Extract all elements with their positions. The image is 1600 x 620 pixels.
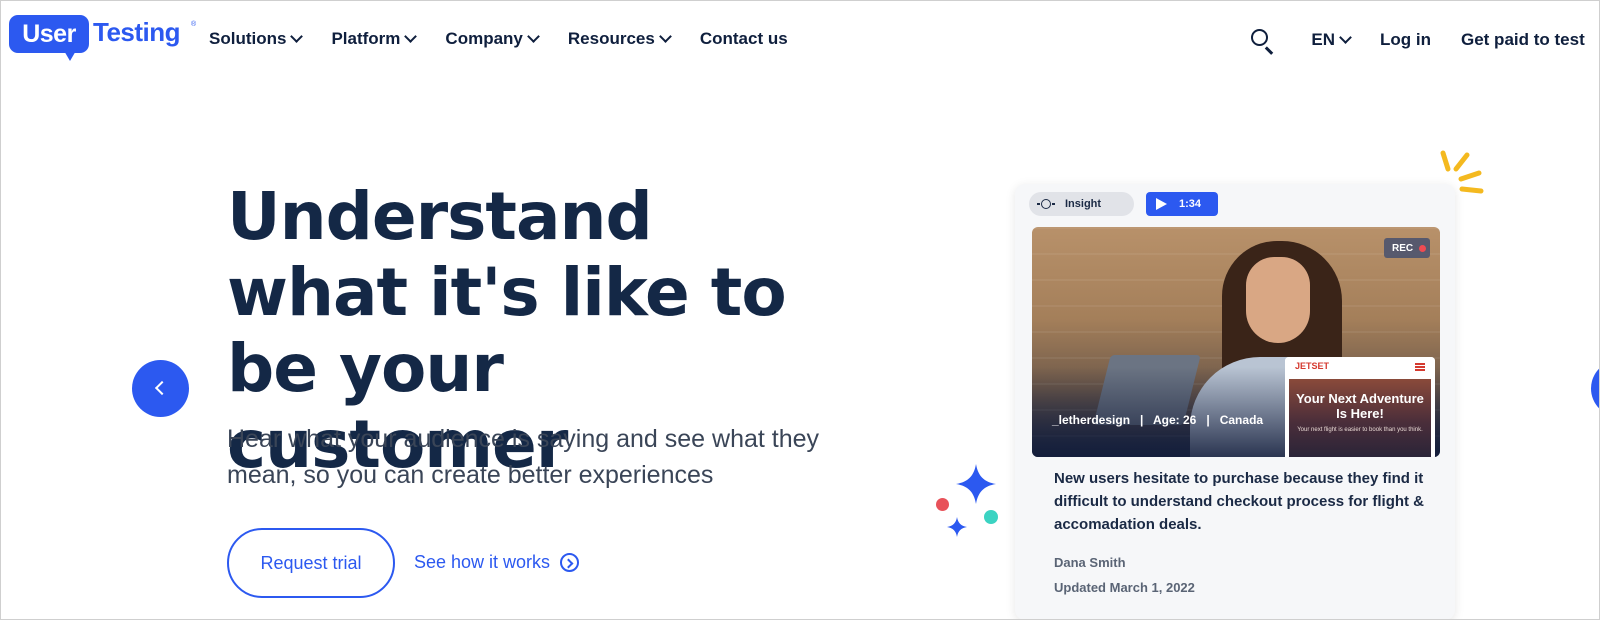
play-icon <box>1156 198 1167 210</box>
chevron-down-icon <box>404 30 418 43</box>
insight-author: Dana Smith <box>1054 555 1126 570</box>
decor-dot-red <box>936 498 949 511</box>
usertesting-logo[interactable]: User Testing ® <box>9 15 197 63</box>
get-paid-link[interactable]: Get paid to test <box>1461 30 1599 50</box>
carousel-next-button[interactable] <box>1591 360 1599 417</box>
decor-dot-teal <box>984 510 998 524</box>
chevron-down-icon <box>1339 31 1352 44</box>
nav-resources[interactable]: Resources <box>567 29 672 49</box>
request-trial-button[interactable]: Request trial <box>227 528 395 598</box>
sparkle-icon <box>956 464 996 504</box>
participant-country: Canada <box>1219 413 1264 427</box>
insight-text: New users hesitate to purchase because t… <box>1054 470 1425 533</box>
phone-brand: JETSET <box>1295 361 1330 371</box>
see-how-it-works-link[interactable]: See how it works <box>414 552 580 573</box>
language-selector[interactable]: EN <box>1311 30 1352 50</box>
chevron-down-icon <box>658 30 672 43</box>
chevron-down-icon <box>290 30 304 43</box>
chevron-left-icon <box>154 380 170 396</box>
lightbulb-icon <box>1037 199 1055 209</box>
session-video[interactable]: REC _letherdesign | Age: 26 | Canada JET… <box>1032 227 1440 457</box>
logo-speech-tail <box>63 49 77 61</box>
phone-mockup: JETSET Your Next Adventure Is Here! Your… <box>1285 357 1435 457</box>
search-icon[interactable] <box>1249 27 1275 55</box>
logo-user-badge: User <box>9 15 89 53</box>
participant-age: Age: 26 <box>1152 413 1197 427</box>
rec-label: REC <box>1392 242 1414 254</box>
nav-utilities: EN Log in Get paid to test <box>1249 27 1599 55</box>
phone-title: Your Next Adventure Is Here! <box>1296 391 1424 421</box>
participant-meta: _letherdesign | Age: 26 | Canada <box>1052 413 1263 427</box>
language-label: EN <box>1311 30 1336 49</box>
sparkle-icon <box>947 517 967 537</box>
login-link[interactable]: Log in <box>1380 30 1431 50</box>
nav-contact-label: Contact us <box>699 29 788 48</box>
hero-subheading: Hear what your audience is saying and se… <box>227 425 820 489</box>
rec-badge: REC <box>1384 238 1430 258</box>
rec-dot-icon <box>1419 244 1427 252</box>
video-time: 1:34 <box>1179 198 1202 210</box>
menu-icon <box>1415 363 1425 365</box>
logo-testing-text: Testing <box>93 17 181 47</box>
chevron-down-icon <box>527 30 540 43</box>
nav-solutions-label: Solutions <box>209 29 287 48</box>
phone-subtitle: Your next flight is easier to book than … <box>1297 427 1423 433</box>
participant-face <box>1246 257 1310 343</box>
arrow-circle-right-icon <box>560 553 580 572</box>
insight-label: Insight <box>1065 198 1102 210</box>
phone-header: JETSET <box>1285 357 1435 377</box>
see-how-label: See how it works <box>414 552 551 572</box>
meta-separator: | <box>1199 413 1217 427</box>
video-play-pill[interactable]: 1:34 <box>1146 192 1218 216</box>
top-navigation: User Testing ® Solutions Platform Compan… <box>1 1 1599 79</box>
nav-resources-label: Resources <box>567 29 655 48</box>
phone-hero: Your Next Adventure Is Here! Your next f… <box>1289 379 1431 457</box>
nav-company[interactable]: Company <box>445 29 540 49</box>
participant-name: _letherdesign <box>1052 413 1131 427</box>
nav-platform-label: Platform <box>331 29 401 48</box>
logo-trademark: ® <box>191 21 197 28</box>
carousel-prev-button[interactable] <box>132 360 189 417</box>
primary-nav: Solutions Platform Company Resources Con… <box>209 29 818 49</box>
nav-company-label: Company <box>445 29 523 48</box>
nav-solutions[interactable]: Solutions <box>209 29 304 49</box>
meta-separator: | <box>1133 413 1151 427</box>
page: User Testing ® Solutions Platform Compan… <box>0 0 1600 620</box>
nav-platform[interactable]: Platform <box>331 29 418 49</box>
nav-contact-us[interactable]: Contact us <box>700 29 788 49</box>
insight-card: Insight 1:34 REC _letherdesign | Age: 26… <box>1015 184 1455 619</box>
insight-date: Updated March 1, 2022 <box>1054 580 1195 595</box>
insight-pill[interactable]: Insight <box>1029 192 1134 216</box>
